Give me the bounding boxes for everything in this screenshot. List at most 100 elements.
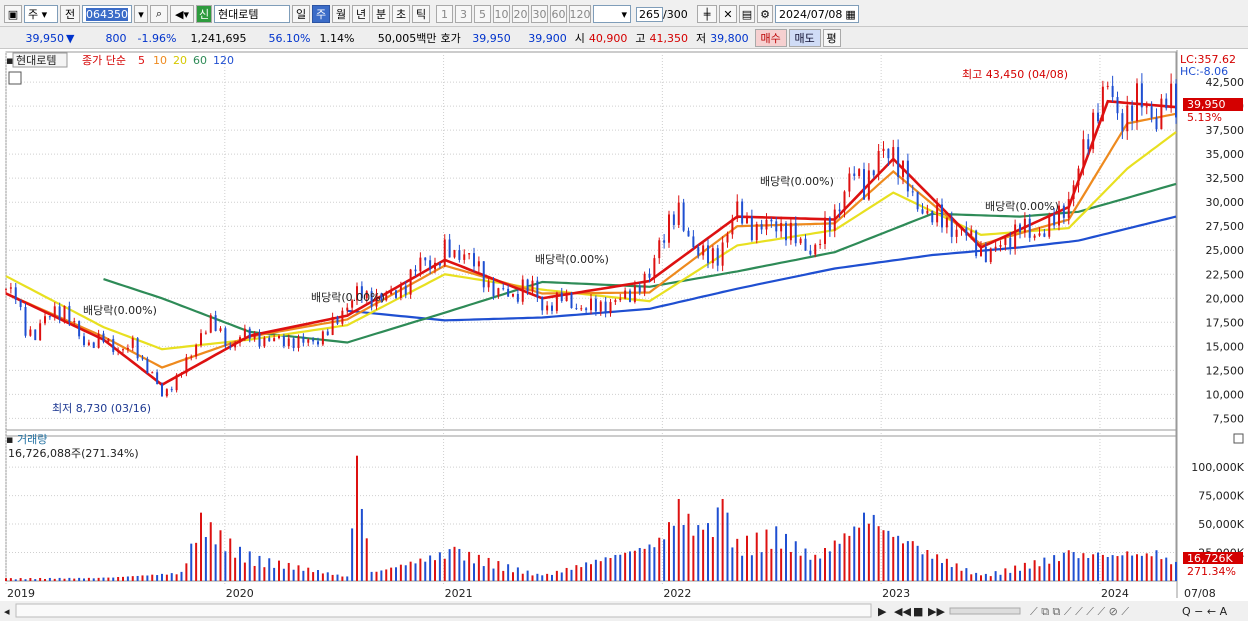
minute-10[interactable]: 10: [493, 5, 510, 23]
candle-body: [243, 328, 246, 338]
speaker-icon[interactable]: ◀▾: [170, 5, 194, 23]
minute-60[interactable]: 60: [550, 5, 567, 23]
nav-rewind-icon[interactable]: ◀◀: [894, 605, 911, 618]
legend-ma-20[interactable]: 20: [173, 54, 187, 67]
candle-body: [253, 333, 256, 339]
window-icon[interactable]: ▣: [4, 5, 22, 23]
period-second[interactable]: 초: [392, 5, 410, 23]
candle-body: [321, 331, 324, 345]
minute-5[interactable]: 5: [474, 5, 491, 23]
code-dropdown-icon[interactable]: ▾: [134, 5, 148, 23]
volume-bar: [882, 530, 885, 581]
volume-bar: [5, 578, 7, 581]
volume-bar: [424, 561, 427, 581]
zoom-slider[interactable]: [949, 607, 1021, 615]
candle-body: [1097, 112, 1099, 122]
minute-custom-select[interactable]: ▾: [593, 5, 631, 23]
search-icon[interactable]: ⌕: [150, 5, 168, 23]
period-minute[interactable]: 분: [372, 5, 390, 23]
y-tick-label: 10,000: [1206, 388, 1245, 401]
draw-tools-icon[interactable]: ⟋ ⧉ ⧉ ⟋ ⟋ ⟋ ⟋ ⊘ ⟋: [1030, 605, 1129, 618]
volume-bar: [609, 558, 612, 581]
grid: [5, 50, 1178, 598]
minute-20[interactable]: 20: [512, 5, 529, 23]
code-input[interactable]: 064350: [82, 5, 132, 23]
candle-body: [502, 288, 505, 290]
volume-value: 16,726,088주(271.34%): [8, 447, 139, 460]
candle-type-icon[interactable]: ╪: [697, 5, 717, 23]
legend-ma-60[interactable]: 60: [193, 54, 207, 67]
legend-ma-10[interactable]: 10: [153, 54, 167, 67]
volume-bar: [165, 574, 168, 581]
legend-ma-5[interactable]: 5: [138, 54, 145, 67]
candle-body: [214, 315, 217, 331]
save-icon[interactable]: ▤: [739, 5, 755, 23]
period-year[interactable]: 년: [352, 5, 370, 23]
minute-3[interactable]: 3: [455, 5, 472, 23]
candle-body: [239, 337, 241, 343]
volume-bar: [799, 555, 802, 581]
volume-bar: [604, 557, 607, 581]
buy-button[interactable]: 매수: [754, 29, 787, 47]
prev-button[interactable]: 전: [60, 5, 80, 23]
volume-bar: [58, 577, 61, 581]
volume-bar: [848, 535, 851, 581]
min-price-label: 최저 8,730 (03/16): [52, 402, 151, 415]
count-field[interactable]: 265/300: [633, 5, 695, 23]
candle-body: [87, 342, 90, 346]
minute-120[interactable]: 120: [569, 5, 591, 23]
scroll-left-icon[interactable]: ◂: [4, 605, 10, 618]
candle-body: [1067, 199, 1070, 218]
volume-bar: [468, 551, 471, 581]
volume-current-tag-text: 16,726K: [1187, 552, 1233, 565]
volume-bar: [819, 558, 822, 581]
price-chart[interactable]: 42,50040,00037,50035,00032,50030,00027,5…: [0, 50, 1248, 621]
nav-next-icon[interactable]: ▶: [878, 605, 887, 618]
candle-body: [234, 342, 237, 348]
candle-body: [185, 357, 188, 374]
period-day[interactable]: 일: [292, 5, 310, 23]
candle-body: [1009, 237, 1012, 249]
candle-body: [341, 310, 344, 324]
table-toggle-icon[interactable]: [8, 71, 22, 85]
nav-stop-icon[interactable]: ■: [913, 605, 923, 618]
date-field[interactable]: 2024/07/08 ▦: [775, 5, 859, 23]
volume-bar: [512, 572, 514, 581]
candle-body: [707, 245, 709, 264]
market-select[interactable]: 주 ▾: [24, 5, 58, 23]
minute-1[interactable]: 1: [436, 5, 453, 23]
nav-ffwd-icon[interactable]: ▶▶: [928, 605, 945, 618]
volume-bar: [731, 547, 734, 581]
candle-body: [721, 242, 724, 266]
legend-type: 종가 단순: [82, 54, 126, 67]
volume-bar: [814, 554, 817, 581]
horizontal-scrollbar[interactable]: [15, 603, 872, 618]
candle-body: [180, 373, 183, 375]
volume-bars: [5, 455, 1177, 581]
stock-name-field[interactable]: 현대로템: [214, 5, 290, 23]
period-tick[interactable]: 틱: [412, 5, 430, 23]
calendar-icon[interactable]: ▦: [845, 8, 855, 21]
dividend-label-2019: 배당락(0.00%): [83, 304, 157, 317]
gear-icon[interactable]: ⚙: [757, 5, 773, 23]
eval-button[interactable]: 평: [822, 29, 841, 47]
volume-bar: [204, 537, 207, 581]
volume-bar: [487, 557, 490, 581]
sell-button[interactable]: 매도: [788, 29, 821, 47]
zoom-controls-icon[interactable]: Q − ← A: [1182, 605, 1228, 618]
legend-ma-120[interactable]: 120: [213, 54, 234, 67]
candle-body: [780, 223, 783, 232]
period-week[interactable]: 주: [312, 5, 330, 23]
candle-body: [716, 248, 719, 266]
volume-bar: [863, 512, 865, 581]
candle-body: [746, 216, 748, 224]
candle-body: [507, 288, 510, 297]
volume-bar: [755, 532, 758, 581]
draw-tool-icon[interactable]: ✕: [719, 5, 737, 23]
minute-30[interactable]: 30: [531, 5, 548, 23]
period-month[interactable]: 월: [332, 5, 350, 23]
volume-bar: [624, 552, 627, 581]
candle-body: [755, 224, 758, 241]
volume-close-icon[interactable]: [1233, 433, 1244, 444]
volume-bar: [1160, 559, 1163, 581]
